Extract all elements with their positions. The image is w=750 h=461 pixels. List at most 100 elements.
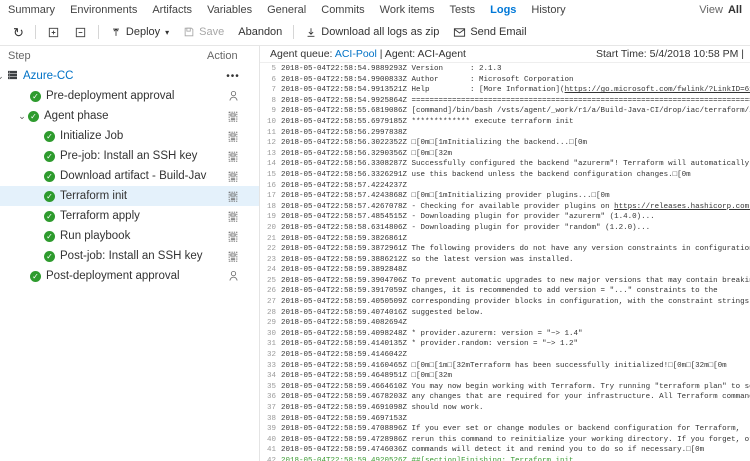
log-line: 5 2018-05-04T22:58:54.9889293Z Version : … <box>260 64 750 75</box>
top-nav: Summary Environments Artifacts Variables Gen… <box>0 0 750 19</box>
expand-all-button[interactable] <box>40 23 67 42</box>
toolbar-separator <box>34 25 36 39</box>
step-row-run-playbook[interactable]: ✓ Run playbook <box>0 226 259 246</box>
view-logs-icon[interactable] <box>207 230 259 243</box>
log-text: * provider.azurerm: version = "~> 1.4" <box>411 329 583 338</box>
log-timestamp: 2018-05-04T22:58:56.3308287Z <box>281 160 412 169</box>
log-line-number: 11 <box>266 128 276 137</box>
download-logs-button[interactable]: Download all logs as zip <box>298 23 446 42</box>
step-label-wrap: ✓ Run playbook <box>0 230 207 242</box>
refresh-button[interactable]: ↻ <box>6 23 31 42</box>
log-timestamp: 2018-05-04T22:58:59.4728986Z <box>281 435 412 444</box>
step-row-post-job-install-an-ssh-key[interactable]: ✓ Post-job: Install an SSH key <box>0 246 259 266</box>
log-text: should now work. <box>411 404 484 412</box>
log-text: To prevent automatic upgrades to new maj… <box>411 276 750 285</box>
log-line: 33 2018-05-04T22:58:59.4160465Z □[0m□[1m□… <box>260 361 750 372</box>
step-label-wrap: ✓ Download artifact - Build-Java-CI <box>0 170 207 182</box>
view-logs-icon[interactable] <box>207 150 259 163</box>
more-actions-button[interactable]: ••• <box>207 71 259 82</box>
log-timestamp: 2018-05-04T22:58:59.4050509Z <box>281 298 412 307</box>
log-line: 7 2018-05-04T22:58:54.9913521Z Help : [Mo… <box>260 85 750 96</box>
tab-commits[interactable]: Commits <box>321 4 364 16</box>
tab-logs[interactable]: Logs <box>490 4 516 16</box>
toolbar-separator <box>97 25 99 39</box>
log-line: 13 2018-05-04T22:58:56.3290356Z □[0m□[32m <box>260 149 750 160</box>
save-label: Save <box>199 26 225 38</box>
log-line: 21 2018-05-04T22:58:59.3826861Z <box>260 234 750 245</box>
deploy-button[interactable]: Deploy ▾ <box>103 23 176 42</box>
log-timestamp: 2018-05-04T22:58:59.4697153Z <box>281 414 412 423</box>
tab-tests[interactable]: Tests <box>449 4 475 16</box>
step-row-pre-job-install-an-ssh-key[interactable]: ✓ Pre-job: Install an SSH key <box>0 146 259 166</box>
log-link[interactable]: https://releases.hashicorp.com... <box>614 203 750 211</box>
log-text: ************* execute terraform init <box>411 117 574 126</box>
log-timestamp: 2018-05-04T22:58:59.4146042Z <box>281 351 412 360</box>
view-logs-icon[interactable] <box>207 210 259 223</box>
view-label: View <box>699 3 723 16</box>
view-logs-icon[interactable] <box>207 190 259 203</box>
nav-tabs: Summary Environments Artifacts Variables Gen… <box>8 4 699 16</box>
tab-artifacts[interactable]: Artifacts <box>152 4 192 16</box>
log-timestamp: 2018-05-04T22:58:59.4746036Z <box>281 446 412 455</box>
log-timestamp: 2018-05-04T22:58:57.4854515Z <box>281 213 412 222</box>
log-line: 8 2018-05-04T22:58:54.9925864Z ==========… <box>260 96 750 107</box>
log-line-number: 36 <box>266 393 276 402</box>
view-value[interactable]: All <box>728 4 742 16</box>
log-timestamp: 2018-05-04T22:58:59.4664610Z <box>281 382 412 391</box>
save-button[interactable]: Save <box>176 23 231 41</box>
log-timestamp: 2018-05-04T22:58:55.6819086Z <box>281 107 412 116</box>
view-logs-icon[interactable] <box>207 170 259 183</box>
log-text: - Downloading plugin for provider "rando… <box>411 223 651 232</box>
tab-variables[interactable]: Variables <box>207 4 252 16</box>
chevron-down-icon[interactable]: ⌄ <box>16 111 28 122</box>
log-timestamp: 2018-05-04T22:58:59.3892848Z <box>281 266 412 275</box>
log-timestamp: 2018-05-04T22:58:59.3917059Z <box>281 287 412 296</box>
collapse-all-button[interactable] <box>67 23 94 42</box>
step-label-wrap: ✓ Terraform init <box>0 190 207 202</box>
approval-action-icon[interactable] <box>207 89 259 103</box>
send-email-button[interactable]: Send Email <box>446 23 533 41</box>
step-label[interactable]: Azure-CC <box>23 70 73 82</box>
log-line: 25 2018-05-04T22:58:59.3904706Z To preven… <box>260 276 750 287</box>
log-line: 6 2018-05-04T22:58:54.9900833Z Author : M… <box>260 75 750 86</box>
tab-environments[interactable]: Environments <box>70 4 137 16</box>
view-logs-icon[interactable] <box>207 250 259 263</box>
deploy-label: Deploy <box>125 26 161 38</box>
step-row-download-artifact-build-java-ci[interactable]: ✓ Download artifact - Build-Java-CI <box>0 166 259 186</box>
step-label-wrap: ✓ Initialize Job <box>0 130 207 142</box>
log-line: 17 2018-05-04T22:58:57.4243868Z □[0m□[1mI… <box>260 191 750 202</box>
step-row-terraform-apply[interactable]: ✓ Terraform apply <box>0 206 259 226</box>
tab-history[interactable]: History <box>531 4 565 16</box>
log-line: 39 2018-05-04T22:58:59.4708896Z If you ev… <box>260 424 750 435</box>
log-line-number: 34 <box>266 372 276 381</box>
log-line-number: 40 <box>266 435 276 444</box>
view-logs-icon[interactable] <box>207 130 259 143</box>
abandon-button[interactable]: Abandon <box>231 23 289 41</box>
log-link[interactable]: https://go.microsoft.com/fwlink/?LinkID=… <box>565 86 750 94</box>
log-line: 36 2018-05-04T22:58:59.4678203Z any chang… <box>260 392 750 403</box>
log-text: commands will detect it and remind you t… <box>411 446 705 455</box>
log-timestamp: 2018-05-04T22:58:57.4243868Z <box>281 192 412 201</box>
step-row-azure-cc[interactable]: ⌄Azure-CC••• <box>0 66 259 86</box>
step-row-post-deployment-approval[interactable]: ✓ Post-deployment approval <box>0 266 259 286</box>
step-row-pre-deployment-approval[interactable]: ✓ Pre-deployment approval <box>0 86 259 106</box>
log-timestamp: 2018-05-04T22:58:59.4098248Z <box>281 329 412 338</box>
log-line-number: 20 <box>266 223 276 232</box>
step-label-wrap: ✓ Pre-deployment approval <box>0 90 207 102</box>
log-line: 42 2018-05-04T22:58:59.4920526Z ##[sectio… <box>260 456 750 461</box>
log-timestamp: 2018-05-04T22:58:59.4082694Z <box>281 319 412 328</box>
step-row-agent-phase[interactable]: ⌄ ✓ Agent phase <box>0 106 259 126</box>
refresh-icon: ↻ <box>13 24 24 40</box>
view-filter[interactable]: View All <box>699 4 742 16</box>
tab-summary[interactable]: Summary <box>8 4 55 16</box>
approval-action-icon[interactable] <box>207 269 259 283</box>
tab-general[interactable]: General <box>267 4 306 16</box>
step-row-terraform-init[interactable]: ✓ Terraform init <box>0 186 259 206</box>
view-logs-icon[interactable] <box>207 110 259 123</box>
step-row-initialize-job[interactable]: ✓ Initialize Job <box>0 126 259 146</box>
success-icon: ✓ <box>30 270 41 282</box>
log-line-number: 6 <box>271 75 276 84</box>
agent-queue-link[interactable]: ACI-Pool <box>335 48 377 60</box>
tab-work-items[interactable]: Work items <box>380 4 435 16</box>
send-email-label: Send Email <box>470 26 527 38</box>
